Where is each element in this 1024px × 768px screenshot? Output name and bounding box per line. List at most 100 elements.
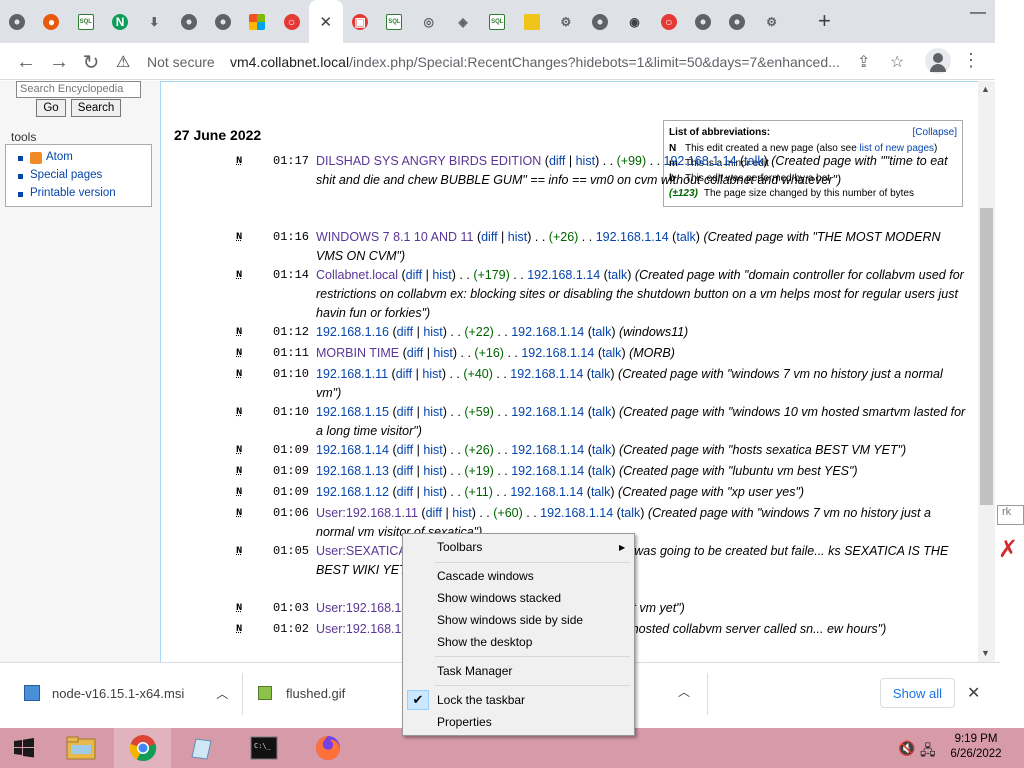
chevron-up-icon[interactable]: ︿	[216, 685, 228, 702]
firefox-taskbar-icon[interactable]	[299, 728, 356, 768]
user-link[interactable]: 192.168.1.14	[664, 154, 737, 168]
browser-tab[interactable]: ●	[34, 0, 68, 43]
scrollbar-thumb[interactable]	[980, 208, 993, 505]
tool-atom-link[interactable]: Atom	[46, 151, 73, 163]
browser-tab[interactable]	[583, 0, 617, 43]
more-menu-icon[interactable]: ⋮	[962, 50, 980, 71]
diff-link[interactable]: diff	[397, 325, 413, 339]
page-title-link[interactable]: 192.168.1.14	[316, 443, 389, 457]
back-icon[interactable]: ←	[13, 49, 39, 75]
download-item-gif[interactable]: flushed.gif	[258, 663, 345, 723]
page-title-link[interactable]: 192.168.1.15	[316, 405, 389, 419]
browser-tab[interactable]: ◉	[617, 0, 651, 43]
hist-link[interactable]: hist	[432, 268, 451, 282]
diff-link[interactable]: diff	[481, 230, 497, 244]
chrome-taskbar-icon[interactable]	[114, 728, 171, 768]
talk-link[interactable]: talk	[602, 346, 621, 360]
not-secure-label[interactable]: Not secure	[147, 54, 215, 70]
talk-link[interactable]: talk	[592, 405, 611, 419]
page-title-link[interactable]: DILSHAD SYS ANGRY BIRDS EDITION	[316, 154, 541, 168]
profile-avatar-icon[interactable]	[925, 48, 951, 74]
page-title-link[interactable]: MORBIN TIME	[316, 346, 399, 360]
talk-link[interactable]: talk	[608, 268, 627, 282]
scroll-down-arrow-icon[interactable]: ▼	[981, 648, 990, 658]
user-link[interactable]: 192.168.1.14	[510, 367, 583, 381]
page-title-link[interactable]: 192.168.1.13	[316, 464, 389, 478]
browser-tab[interactable]: N	[103, 0, 137, 43]
hist-link[interactable]: hist	[423, 325, 442, 339]
user-link[interactable]: 192.168.1.14	[527, 268, 600, 282]
tool-printable-version-link[interactable]: Printable version	[30, 187, 116, 199]
diff-link[interactable]: diff	[397, 464, 413, 478]
diff-link[interactable]: diff	[397, 485, 413, 499]
reload-icon[interactable]: ↻	[78, 49, 104, 75]
talk-link[interactable]: talk	[592, 325, 611, 339]
hist-link[interactable]: hist	[452, 506, 471, 520]
menu-item-stacked[interactable]: Show windows stacked	[437, 591, 561, 605]
browser-tab[interactable]: ▣	[343, 0, 377, 43]
hist-link[interactable]: hist	[433, 346, 452, 360]
hist-link[interactable]: hist	[423, 464, 442, 478]
menu-item-lock-taskbar[interactable]: Lock the taskbar	[437, 693, 525, 707]
page-title-link[interactable]: 192.168.1.16	[316, 325, 389, 339]
page-title-link[interactable]: Collabnet.local	[316, 268, 398, 282]
file-explorer-taskbar-icon[interactable]	[52, 728, 109, 768]
close-icon[interactable]: ✕	[320, 13, 333, 31]
user-link[interactable]: 192.168.1.14	[511, 464, 584, 478]
browser-tab[interactable]: SQL	[377, 0, 411, 43]
hist-link[interactable]: hist	[508, 230, 527, 244]
diff-link[interactable]: diff	[396, 367, 412, 381]
address-bar[interactable]: ⚠ Not secure vm4.collabnet.local/index.p…	[112, 47, 920, 77]
talk-link[interactable]: talk	[592, 443, 611, 457]
browser-tab[interactable]: SQL	[480, 0, 514, 43]
search-button[interactable]: Search	[71, 99, 121, 117]
diff-link[interactable]: diff	[426, 506, 442, 520]
user-link[interactable]: 192.168.1.14	[510, 485, 583, 499]
scroll-up-arrow-icon[interactable]: ▲	[981, 84, 990, 94]
diff-link[interactable]: diff	[549, 154, 565, 168]
network-icon[interactable]: 🖧	[920, 740, 936, 764]
user-link[interactable]: 192.168.1.14	[540, 506, 613, 520]
browser-tab[interactable]	[206, 0, 240, 43]
talk-link[interactable]: talk	[676, 230, 695, 244]
browser-tab[interactable]: ⚙	[755, 0, 789, 43]
browser-tab[interactable]	[240, 0, 274, 43]
url-text[interactable]: vm4.collabnet.local/index.php/Special:Re…	[230, 54, 840, 70]
hist-link[interactable]: hist	[576, 154, 595, 168]
browser-tab[interactable]: ⬇	[137, 0, 171, 43]
volume-muted-icon[interactable]: 🔇	[898, 740, 915, 757]
close-downloads-icon[interactable]: ✕	[967, 683, 980, 703]
warning-icon[interactable]: ⚠	[116, 52, 130, 72]
user-link[interactable]: 192.168.1.14	[511, 405, 584, 419]
minimize-button[interactable]: —	[957, 0, 999, 26]
browser-tab[interactable]: ○	[274, 0, 308, 43]
diff-link[interactable]: diff	[406, 268, 422, 282]
browser-tab[interactable]: SQL	[69, 0, 103, 43]
new-tab-button[interactable]: +	[818, 10, 831, 32]
menu-item-side-by-side[interactable]: Show windows side by side	[437, 613, 583, 627]
hist-link[interactable]: hist	[423, 443, 442, 457]
menu-item-toolbars[interactable]: Toolbars	[437, 540, 482, 554]
bookmark-star-icon[interactable]: ☆	[890, 52, 904, 72]
browser-tab[interactable]: ⚙	[549, 0, 583, 43]
page-title-link[interactable]: User:SEXATICA	[316, 544, 406, 558]
page-scrollbar[interactable]: ▲ ▼	[978, 81, 995, 662]
go-button[interactable]: Go	[36, 99, 66, 117]
chevron-up-icon[interactable]: ︿	[678, 683, 690, 700]
hist-link[interactable]: hist	[423, 485, 442, 499]
page-title-link[interactable]: 192.168.1.11	[316, 367, 388, 381]
tool-special-pages-link[interactable]: Special pages	[30, 169, 102, 181]
talk-link[interactable]: talk	[592, 464, 611, 478]
page-title-link[interactable]: WINDOWS 7 8.1 10 AND 11	[316, 230, 473, 244]
menu-item-cascade-windows[interactable]: Cascade windows	[437, 569, 534, 583]
collapse-link[interactable]: [Collapse]	[913, 127, 957, 138]
menu-item-show-desktop[interactable]: Show the desktop	[437, 635, 532, 649]
start-button[interactable]	[0, 728, 48, 768]
talk-link[interactable]: talk	[591, 367, 610, 381]
browser-tab[interactable]: ◈	[446, 0, 480, 43]
browser-tab[interactable]	[171, 0, 205, 43]
browser-tab[interactable]	[686, 0, 720, 43]
notepad-taskbar-icon[interactable]	[172, 728, 229, 768]
talk-link[interactable]: talk	[744, 154, 763, 168]
menu-item-properties[interactable]: Properties	[437, 715, 492, 729]
